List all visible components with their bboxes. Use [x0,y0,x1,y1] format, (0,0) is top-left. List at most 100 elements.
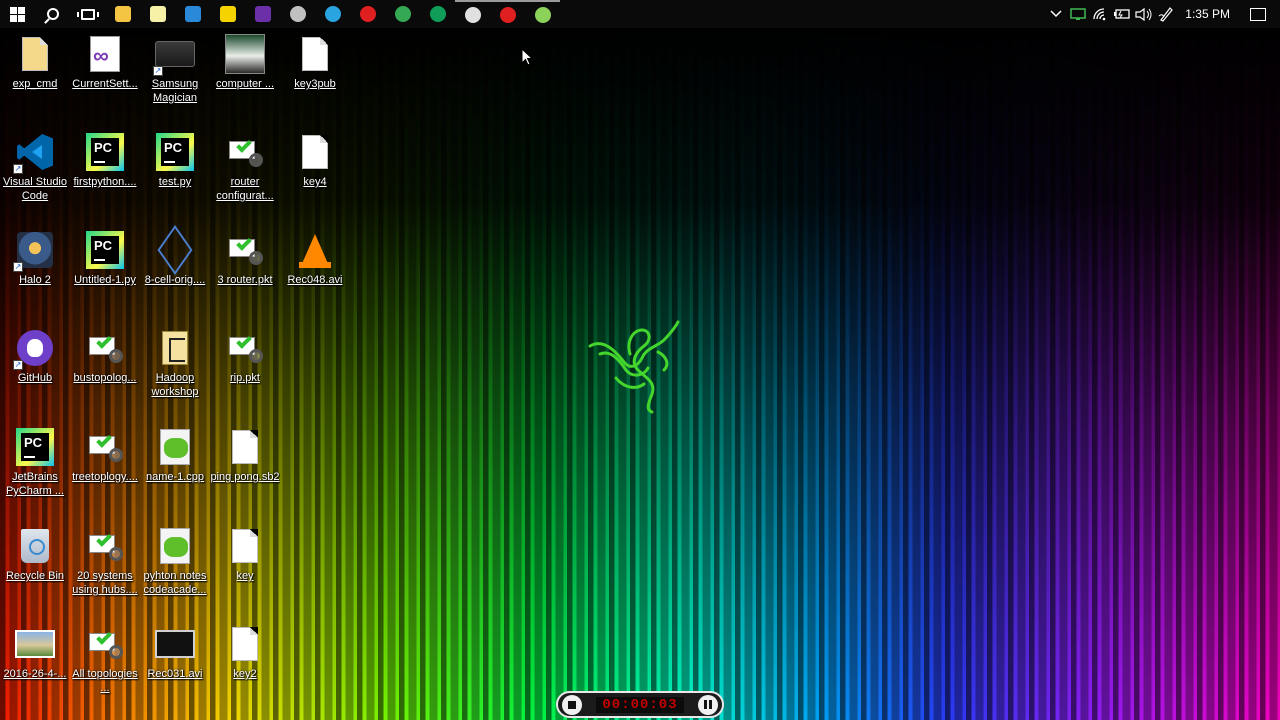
photo-file-icon [225,34,265,74]
taskbar-app-sticky-notes[interactable] [140,0,175,28]
desktop-icon[interactable]: ping pong.sb2 [210,427,280,484]
file-explorer-icon [114,6,131,22]
desktop-icon[interactable]: ↗ Visual Studio Code [0,132,70,203]
desktop-icon[interactable]: key2 [210,624,280,681]
taskbar-app-steam[interactable] [455,0,490,28]
recording-timer: 00:00:03 [596,696,684,713]
desktop-icon[interactable]: PC JetBrains PyCharm ... [0,427,70,498]
desktop-icon[interactable]: rip.pkt [210,328,280,385]
taskbar-app-opera-gx[interactable] [490,0,525,28]
taskbar-app-file-explorer[interactable] [105,0,140,28]
desktop-icon[interactable]: 3 router.pkt [210,230,280,287]
desktop-icon[interactable]: key4 [280,132,350,189]
taskbar-app-chrome[interactable] [385,0,420,28]
taskbar-clock[interactable]: 1:35 PM [1177,7,1244,21]
desktop-icon-label: Untitled-1.py [74,274,136,286]
pycharm-file-icon: PC [16,428,54,466]
recorder-app-icon [534,7,551,23]
desktop-icon[interactable]: ↗ Samsung Magician [140,34,210,105]
taskbar-app-network-app[interactable] [280,0,315,28]
stop-recording-button[interactable] [562,694,582,715]
desktop-icon-label: 8-cell-orig.... [144,274,206,286]
taskbar-app-recorder-app[interactable] [525,0,560,28]
mouse-cursor-icon [521,48,533,66]
search-icon [46,8,59,20]
volume-icon[interactable] [1133,0,1155,28]
desktop-icon[interactable]: router configurat... [210,132,280,203]
doc-file-icon [302,37,328,71]
desktop-icon-label: pyhton notes codeacade... [143,570,207,596]
desktop-icon-label: 20 systems using hubs.... [72,570,138,596]
desktop-icon[interactable]: Recycle Bin [0,526,70,583]
desktop-icon[interactable]: Hadoop workshop [140,328,210,399]
desktop-icon-label: bustopolog... [73,372,137,384]
desktop-icon-label: treetoplogy.... [72,471,138,483]
desktop-icon-label: name-1.cpp [145,471,205,483]
telegram-icon [324,6,341,22]
taskbar-app-remote-desktop[interactable] [175,0,210,28]
packet-file-icon [87,333,123,363]
taskbar-app-visual-studio[interactable] [245,0,280,28]
desktop-icon[interactable]: treetoplogy.... [70,427,140,484]
task-view-icon [76,8,99,20]
desktop-icon[interactable]: bustopolog... [70,328,140,385]
desktop-icon-label: rip.pkt [230,372,260,384]
desktop-icon[interactable]: All topologies ... [70,624,140,695]
desktop-icon[interactable]: key [210,526,280,583]
desktop-icon[interactable]: key3pub [280,34,350,91]
desktop-icon[interactable]: ↗ Halo 2 [0,230,70,287]
desktop-icon[interactable]: Rec048.avi [280,230,350,287]
desktop-icon[interactable]: 2016-26-4-... [0,624,70,681]
desktop-icon[interactable]: exp_cmd [0,34,70,91]
desktop-icon[interactable]: 20 systems using hubs.... [70,526,140,597]
battery-icon[interactable] [1111,0,1133,28]
taskbar-app-opera[interactable] [350,0,385,28]
desktop-icon[interactable]: PC Untitled-1.py [70,230,140,287]
desktop-icon-label: GitHub [17,372,53,384]
taskbar-app-sticky-notes-yellow[interactable] [210,0,245,28]
desktop-icon[interactable]: PC firstpython.... [70,132,140,189]
shortcut-arrow-icon: ↗ [153,66,163,76]
packet-file-icon [227,333,263,363]
desktop-icon[interactable]: Rec031.avi [140,624,210,681]
shortcut-arrow-icon: ↗ [13,164,23,174]
drive-file-icon [155,41,195,67]
taskbar-app-hangouts[interactable] [420,0,455,28]
recycle-file-icon [21,529,49,563]
desktop-icon[interactable]: 8-cell-orig.... [140,225,210,287]
taskbar-app-telegram[interactable] [315,0,350,28]
desktop-icon[interactable]: pyhton notes codeacade... [140,526,210,597]
task-view-button[interactable] [70,0,105,28]
packet-file-icon [227,235,263,265]
visual-studio-icon [254,6,271,22]
desktop-icon[interactable]: ↗ GitHub [0,328,70,385]
taskbar: 1:35 PM [0,0,1280,28]
monitor-icon[interactable] [1067,0,1089,28]
desktop-icon-label: computer ... [215,78,275,90]
screen-recorder-widget: 00:00:03 [556,691,724,718]
remote-desktop-icon [184,6,201,22]
image-file-icon [15,630,55,658]
desktop-icon[interactable]: CurrentSett... [70,34,140,91]
desktop-icon-label: key3pub [294,78,336,90]
desktop-icon-label: Halo 2 [19,274,51,286]
pen-ink-icon[interactable] [1155,0,1177,28]
desktop-icon-label: 3 router.pkt [217,274,273,286]
opera-gx-icon [499,7,516,23]
pycharm-file-icon: PC [86,231,124,269]
shortcut-arrow-icon: ↗ [13,262,23,272]
search-button[interactable] [35,0,70,28]
sticky-notes-yellow-icon [219,6,236,22]
cpp-file-icon [160,429,190,465]
packet-file-icon [227,137,263,167]
desktop-icon[interactable]: PC test.py [140,132,210,189]
action-center-icon[interactable] [1250,7,1266,21]
desktop-icon[interactable]: computer ... [210,34,280,91]
chevron-up-icon[interactable] [1045,0,1067,28]
start-button[interactable] [0,0,35,28]
wifi-icon[interactable] [1089,0,1111,28]
cube-file-icon [157,225,193,275]
cpp-file-icon [160,528,190,564]
pause-recording-button[interactable] [698,694,718,715]
desktop-icon[interactable]: name-1.cpp [140,427,210,484]
